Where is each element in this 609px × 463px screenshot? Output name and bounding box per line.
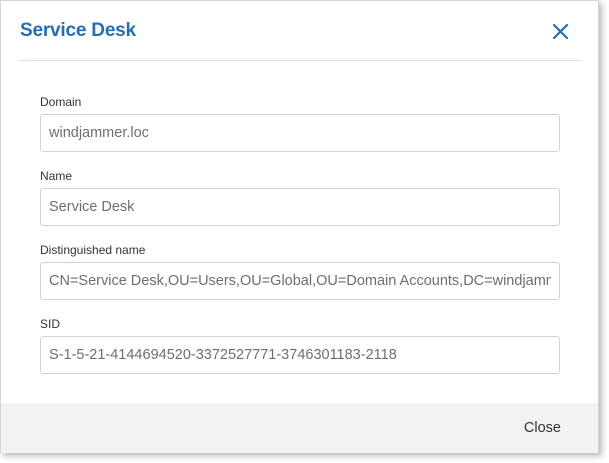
distinguished-name-label: Distinguished name	[40, 243, 146, 257]
close-button[interactable]: Close	[524, 420, 561, 436]
close-x-icon[interactable]	[548, 18, 574, 44]
distinguished-name-field[interactable]	[40, 262, 560, 300]
dialog-title: Service Desk	[20, 20, 136, 41]
sid-field[interactable]	[40, 336, 560, 374]
sid-label: SID	[40, 317, 61, 331]
header-divider	[19, 60, 580, 61]
dialog-footer: Close	[1, 403, 598, 453]
name-field[interactable]	[40, 188, 560, 226]
dialog-header: Service Desk	[1, 1, 598, 61]
name-label: Name	[40, 169, 73, 183]
domain-label: Domain	[40, 95, 82, 109]
service-desk-dialog: Service Desk Domain Name Distinguished n…	[0, 0, 599, 453]
domain-field[interactable]	[40, 114, 560, 152]
